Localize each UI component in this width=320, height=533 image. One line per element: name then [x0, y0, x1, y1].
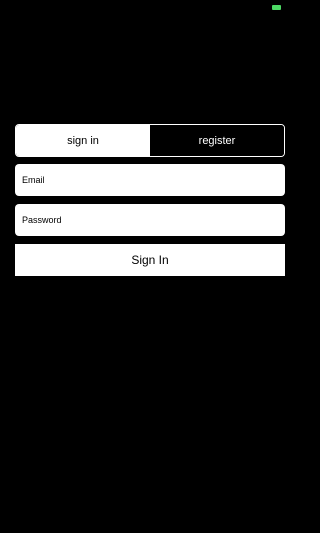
battery-icon [272, 5, 281, 10]
status-bar [0, 0, 300, 16]
tab-register[interactable]: register [150, 125, 284, 156]
password-field[interactable] [15, 204, 285, 236]
password-input[interactable] [22, 215, 278, 225]
email-input[interactable] [22, 175, 278, 185]
auth-segmented-control: sign in register [15, 124, 285, 157]
sign-in-button[interactable]: Sign In [15, 244, 285, 276]
tab-sign-in[interactable]: sign in [16, 125, 150, 156]
email-field[interactable] [15, 164, 285, 196]
